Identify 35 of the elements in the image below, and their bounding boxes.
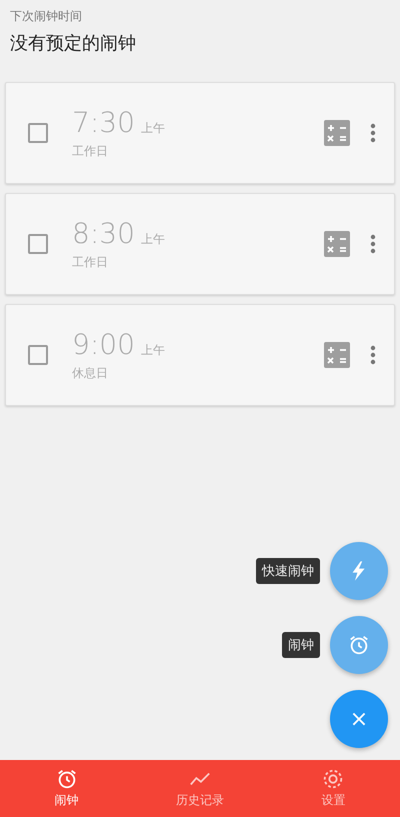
next-alarm-title: 没有预定的闹钟 [10,32,137,55]
alarm-period: 上午 [140,231,165,248]
calculator-icon[interactable] [324,342,350,368]
nav-tab[interactable]: 设置 [266,760,400,817]
alarm-repeat: 工作日 [72,143,109,160]
add-alarm-button[interactable] [330,616,388,674]
alarm-checkbox[interactable] [28,123,48,143]
alarm-checkbox[interactable] [28,345,48,365]
next-alarm-caption: 下次闹钟时间 [10,8,83,25]
alarm-clock-icon [56,768,78,790]
alarm-card[interactable]: 7:30 上午 工作日 [5,82,395,184]
alarm-repeat: 休息日 [72,365,109,382]
nav-tab[interactable]: 历史记录 [133,760,267,817]
more-icon[interactable] [370,234,376,254]
more-icon[interactable] [370,123,376,143]
alarm-time: 7:30 [72,106,135,139]
alarm-repeat: 工作日 [72,254,109,271]
alarm-card[interactable]: 8:30 上午 工作日 [5,193,395,295]
alarm-time: 8:30 [72,217,135,250]
alarm-period: 上午 [140,342,165,359]
calculator-icon[interactable] [324,231,350,257]
alarm-clock-icon [348,634,370,656]
alarm-checkbox[interactable] [28,234,48,254]
fab-label: 快速闹钟 [256,558,320,584]
quick-alarm-button[interactable] [330,542,388,600]
more-icon[interactable] [370,345,376,365]
settings-icon [322,768,344,790]
lightning-icon [351,560,367,582]
calculator-icon[interactable] [324,120,350,146]
fab-label: 闹钟 [282,632,320,658]
nav-tab[interactable]: 闹钟 [0,760,134,817]
alarm-period: 上午 [140,120,165,137]
alarm-card[interactable]: 9:00 上午 休息日 [5,304,395,406]
alarm-time: 9:00 [72,328,135,361]
close-button[interactable]: × [330,690,388,748]
